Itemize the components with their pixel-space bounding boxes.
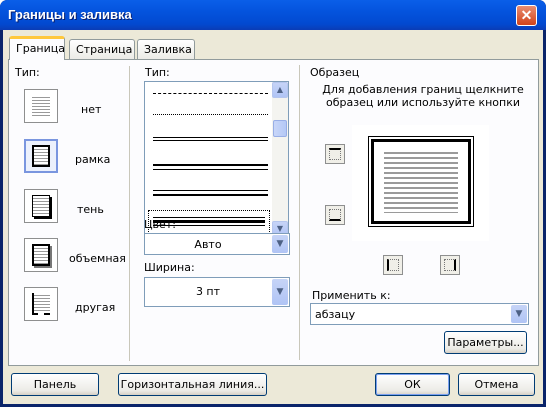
ok-button[interactable]: ОК — [375, 373, 450, 396]
preview-hint: Для добавления границ щелкните образец и… — [322, 83, 524, 109]
border-preview[interactable] — [352, 125, 489, 241]
border-custom-icon[interactable] — [24, 287, 58, 321]
border-none-icon[interactable] — [24, 89, 58, 123]
setting-type-label: Тип: — [15, 66, 40, 79]
title-bar[interactable]: Границы и заливка ✕ — [0, 0, 546, 30]
style-label: Тип: — [145, 66, 170, 79]
chevron-down-icon[interactable]: ▼ — [272, 279, 288, 305]
chevron-down-icon[interactable]: ▼ — [272, 235, 288, 253]
close-button[interactable]: ✕ — [516, 5, 537, 26]
scroll-up-icon[interactable]: ▲ — [272, 82, 288, 98]
line-style-dash-dot[interactable] — [153, 93, 268, 94]
apply-to-dropdown[interactable]: абзацу ▼ — [310, 303, 529, 325]
line-style-thick-thin[interactable] — [153, 164, 268, 170]
right-border-button[interactable] — [440, 255, 460, 275]
window-title: Границы и заливка — [8, 7, 132, 22]
line-style-thin-thick[interactable] — [153, 190, 268, 196]
line-style-dash-dot-dot[interactable] — [153, 114, 268, 115]
bottom-border-button[interactable] — [325, 205, 345, 225]
color-label: Цвет: — [144, 218, 176, 231]
color-dropdown[interactable]: Авто ▼ — [144, 233, 290, 255]
toolbar-button[interactable]: Панель — [11, 373, 99, 396]
dialog-window: Границы и заливка ✕ Граница Страница Зал… — [0, 0, 546, 407]
dialog-client: Граница Страница Заливка Тип: нет рамка … — [3, 30, 543, 404]
scroll-thumb[interactable] — [273, 120, 287, 137]
column-divider — [299, 65, 300, 360]
horizontal-line-button[interactable]: Горизонтальная линия... — [118, 373, 267, 396]
options-button[interactable]: Параметры... — [444, 331, 527, 354]
line-style-scrollbar[interactable]: ▲ ▼ — [272, 82, 288, 237]
border-box-icon[interactable] — [24, 139, 58, 173]
setting-none-label[interactable]: нет — [81, 103, 101, 116]
border-3d-icon[interactable] — [24, 238, 58, 272]
preview-frame — [371, 139, 471, 224]
setting-3d-label[interactable]: объемная — [69, 252, 126, 265]
width-label: Ширина: — [144, 261, 195, 274]
apply-to-value: абзацу — [315, 308, 356, 321]
width-dropdown[interactable]: 3 пт ▼ — [144, 277, 290, 307]
tab-shading[interactable]: Заливка — [137, 39, 195, 59]
tab-border[interactable]: Граница — [9, 36, 65, 60]
setting-box-label[interactable]: рамка — [75, 153, 110, 166]
line-style-double[interactable] — [153, 137, 268, 141]
line-style-list[interactable]: ▲ ▼ — [144, 81, 289, 238]
border-shadow-icon[interactable] — [24, 189, 58, 223]
preview-label: Образец — [310, 66, 360, 79]
color-value: Авто — [194, 238, 222, 251]
setting-shadow-label[interactable]: тень — [77, 203, 104, 216]
apply-to-label: Применить к: — [312, 289, 391, 302]
width-value: 3 пт — [195, 285, 221, 298]
chevron-down-icon[interactable]: ▼ — [511, 305, 527, 323]
cancel-button[interactable]: Отмена — [458, 373, 535, 396]
preview-text-lines — [384, 149, 458, 213]
column-divider — [129, 66, 130, 361]
tab-page[interactable]: Страница — [69, 39, 135, 59]
top-border-button[interactable] — [325, 144, 345, 164]
left-border-button[interactable] — [383, 255, 403, 275]
setting-custom-label[interactable]: другая — [75, 301, 115, 314]
